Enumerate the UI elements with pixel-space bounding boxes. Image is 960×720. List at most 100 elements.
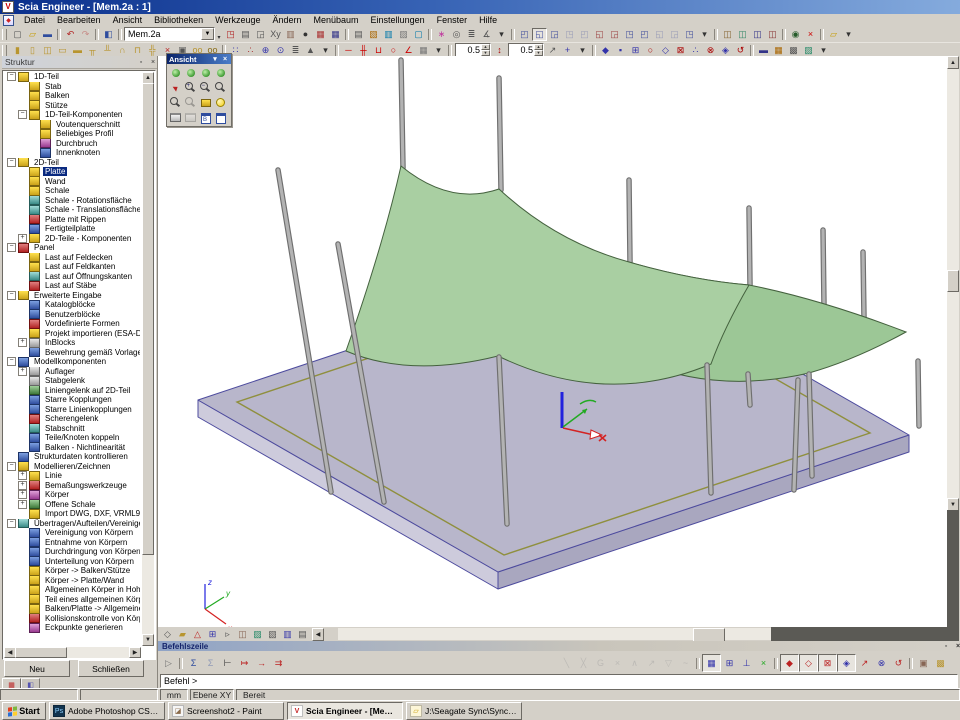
delete-button[interactable]: × [803,28,818,41]
snap-endpoint-button[interactable]: ◆ [780,654,799,672]
print-button[interactable]: ▤ [238,28,253,41]
tree-item[interactable]: Scherengelenk [4,414,140,424]
window-cascade-button[interactable]: ◫ [720,28,735,41]
expand-box-icon[interactable]: + [18,234,27,243]
viewport-horizontal-scrollbar[interactable] [338,628,771,640]
command-input[interactable]: Befehl > [160,674,958,688]
view-preset-more-button[interactable]: ▾ [697,28,712,41]
tree-item[interactable]: Innenknoten [4,148,140,158]
save-view-button[interactable]: ▬ [756,44,771,57]
expand-box-icon[interactable]: − [7,291,16,300]
draw-parallel-button[interactable]: ╫ [356,44,371,57]
view-preset-8-button[interactable]: ◳ [622,28,637,41]
menu-einstellungen[interactable]: Einstellungen [365,14,431,26]
line-extension-3-button[interactable]: ⇉ [270,655,287,671]
draw-more-button[interactable]: ▾ [431,44,446,57]
print-data-button[interactable] [183,110,198,125]
snap-edge-button[interactable]: ▣ [915,655,932,671]
tree-item[interactable]: Vereinigung von Körpern [4,528,140,538]
scale-spinner-1[interactable]: 0.5 ▲▼ [455,43,491,57]
title-bar[interactable]: V Scia Engineer - [Mem.2a : 1] [0,0,960,14]
menu-werkzeuge[interactable]: Werkzeuge [209,14,266,26]
toolbar-grip[interactable] [2,45,7,56]
scroll-left-icon[interactable]: ◀ [312,628,324,641]
line-extension-1-button[interactable]: ↦ [236,655,253,671]
expand-box-icon[interactable]: + [18,490,27,499]
pointer-mode-button[interactable] [168,80,183,95]
tree-item[interactable]: −Erweiterte Eingabe [4,291,140,301]
taskbar-button[interactable]: ▱J:\Seagate Sync\SyncRe... [406,702,522,720]
structure-frame-button[interactable]: ◫ [40,44,55,57]
tree-item[interactable]: Schale - Rotationsfläche [4,196,140,206]
tree-item[interactable]: +Bemaßungswerkzeuge [4,481,140,491]
tree-item[interactable]: Kollisionskontrolle von Körpern [4,614,140,624]
tree-item[interactable]: −2D-Teil [4,158,140,168]
structure-column-button[interactable]: ▮ [10,44,25,57]
tree-item[interactable]: Balken - Nichtlinearität [4,443,140,453]
zoom-all-button[interactable] [168,95,183,110]
node-snap-10-button[interactable]: ↺ [733,44,748,57]
open-project-button[interactable]: ▱ [25,28,40,41]
project-combo[interactable]: Mem.2a ▼ [124,27,215,41]
line-extension-2-button[interactable]: → [253,655,270,671]
tree-item[interactable]: +InBlocks [4,338,140,348]
snap-line-3-button[interactable]: G [592,655,609,671]
tree-item[interactable]: Import DWG, DXF, VRML97 [4,509,140,519]
draw-angle-button[interactable]: ∠ [401,44,416,57]
tree-item[interactable]: Durchdringung von Körpern [4,547,140,557]
tree-item[interactable]: Balken/Platte -> Allgemeiner Kör [4,604,140,614]
more-tools-button[interactable]: ▾ [494,28,509,41]
befehlszeile-caption[interactable]: Befehlszeile ▫ × [158,641,960,651]
tree-item[interactable]: −1D-Teil-Komponenten [4,110,140,120]
snap-perpendicular-button[interactable]: ◈ [837,654,856,672]
expand-box-icon[interactable]: − [7,72,16,81]
window-split-button[interactable]: ◫ [750,28,765,41]
numbering-2-button[interactable]: ▨ [801,44,816,57]
print-picture-button[interactable] [168,110,183,125]
scroll-right-icon[interactable]: ▶ [129,647,141,658]
zoom-window-button[interactable] [213,80,228,95]
tree-item[interactable]: Balken [4,91,140,101]
snap-line-1-button[interactable]: ╲ [558,655,575,671]
menu-ändern[interactable]: Ändern [266,14,307,26]
taskbar-button[interactable]: VScia Engineer - [Mem... [287,702,403,720]
coord-relative-button[interactable]: Σ [202,655,219,671]
show-axes-button[interactable]: △ [190,628,205,641]
view-preset-3-button[interactable]: ◲ [547,28,562,41]
tree-item[interactable]: Entnahme von Körpern [4,538,140,548]
pin-icon[interactable]: ▫ [941,642,951,651]
tree-item[interactable]: Schale [4,186,140,196]
printer-setup-button[interactable]: ▤ [351,28,366,41]
tree-item[interactable]: Strukturdaten kontrollieren [4,452,140,462]
tree-item[interactable]: Schale - Translationsfläche [4,205,140,215]
tree-item[interactable]: Körper -> Platte/Wand [4,576,140,586]
tree-horizontal-scrollbar[interactable]: ◀ ▶ [4,647,141,658]
expand-box-icon[interactable]: + [18,471,27,480]
structure-portal-button[interactable]: ⊓ [130,44,145,57]
draw-circle-button[interactable]: ○ [386,44,401,57]
weights-button[interactable]: ▲ [303,44,318,57]
expand-box-icon[interactable]: + [18,481,27,490]
window-tile-button[interactable]: ◫ [735,28,750,41]
close-icon[interactable]: × [221,55,229,64]
view-parameters-button[interactable]: ▤ [295,628,310,641]
tree-scroll-thumb[interactable] [142,83,154,555]
document-button[interactable]: ▢ [411,28,426,41]
scale-spinner-2[interactable]: 0.5 ▲▼ [508,43,544,57]
picture-to-document-button[interactable] [213,110,228,125]
scroll-up-icon[interactable]: ▲ [947,56,959,69]
membrane-main[interactable] [346,166,749,384]
snap-arc-button[interactable]: ↺ [890,655,907,671]
tree-item[interactable]: Körper -> Balken/Stütze [4,566,140,576]
structure-truss-button[interactable]: ╥ [85,44,100,57]
node-snap-2-button[interactable]: ▪ [613,44,628,57]
snap-line-7-button[interactable]: ▽ [660,655,677,671]
tree-item[interactable]: Benutzerblöcke [4,310,140,320]
snap-line-2-button[interactable]: ╳ [575,655,592,671]
structure-more-button[interactable]: ▾ [318,44,333,57]
clipping-box-button[interactable] [198,95,213,110]
zoom-out-button[interactable]: − [198,80,213,95]
coord-absolute-button[interactable]: Σ [185,655,202,671]
close-icon[interactable]: × [953,642,960,651]
structure-grid-button[interactable]: ╬ [145,44,160,57]
